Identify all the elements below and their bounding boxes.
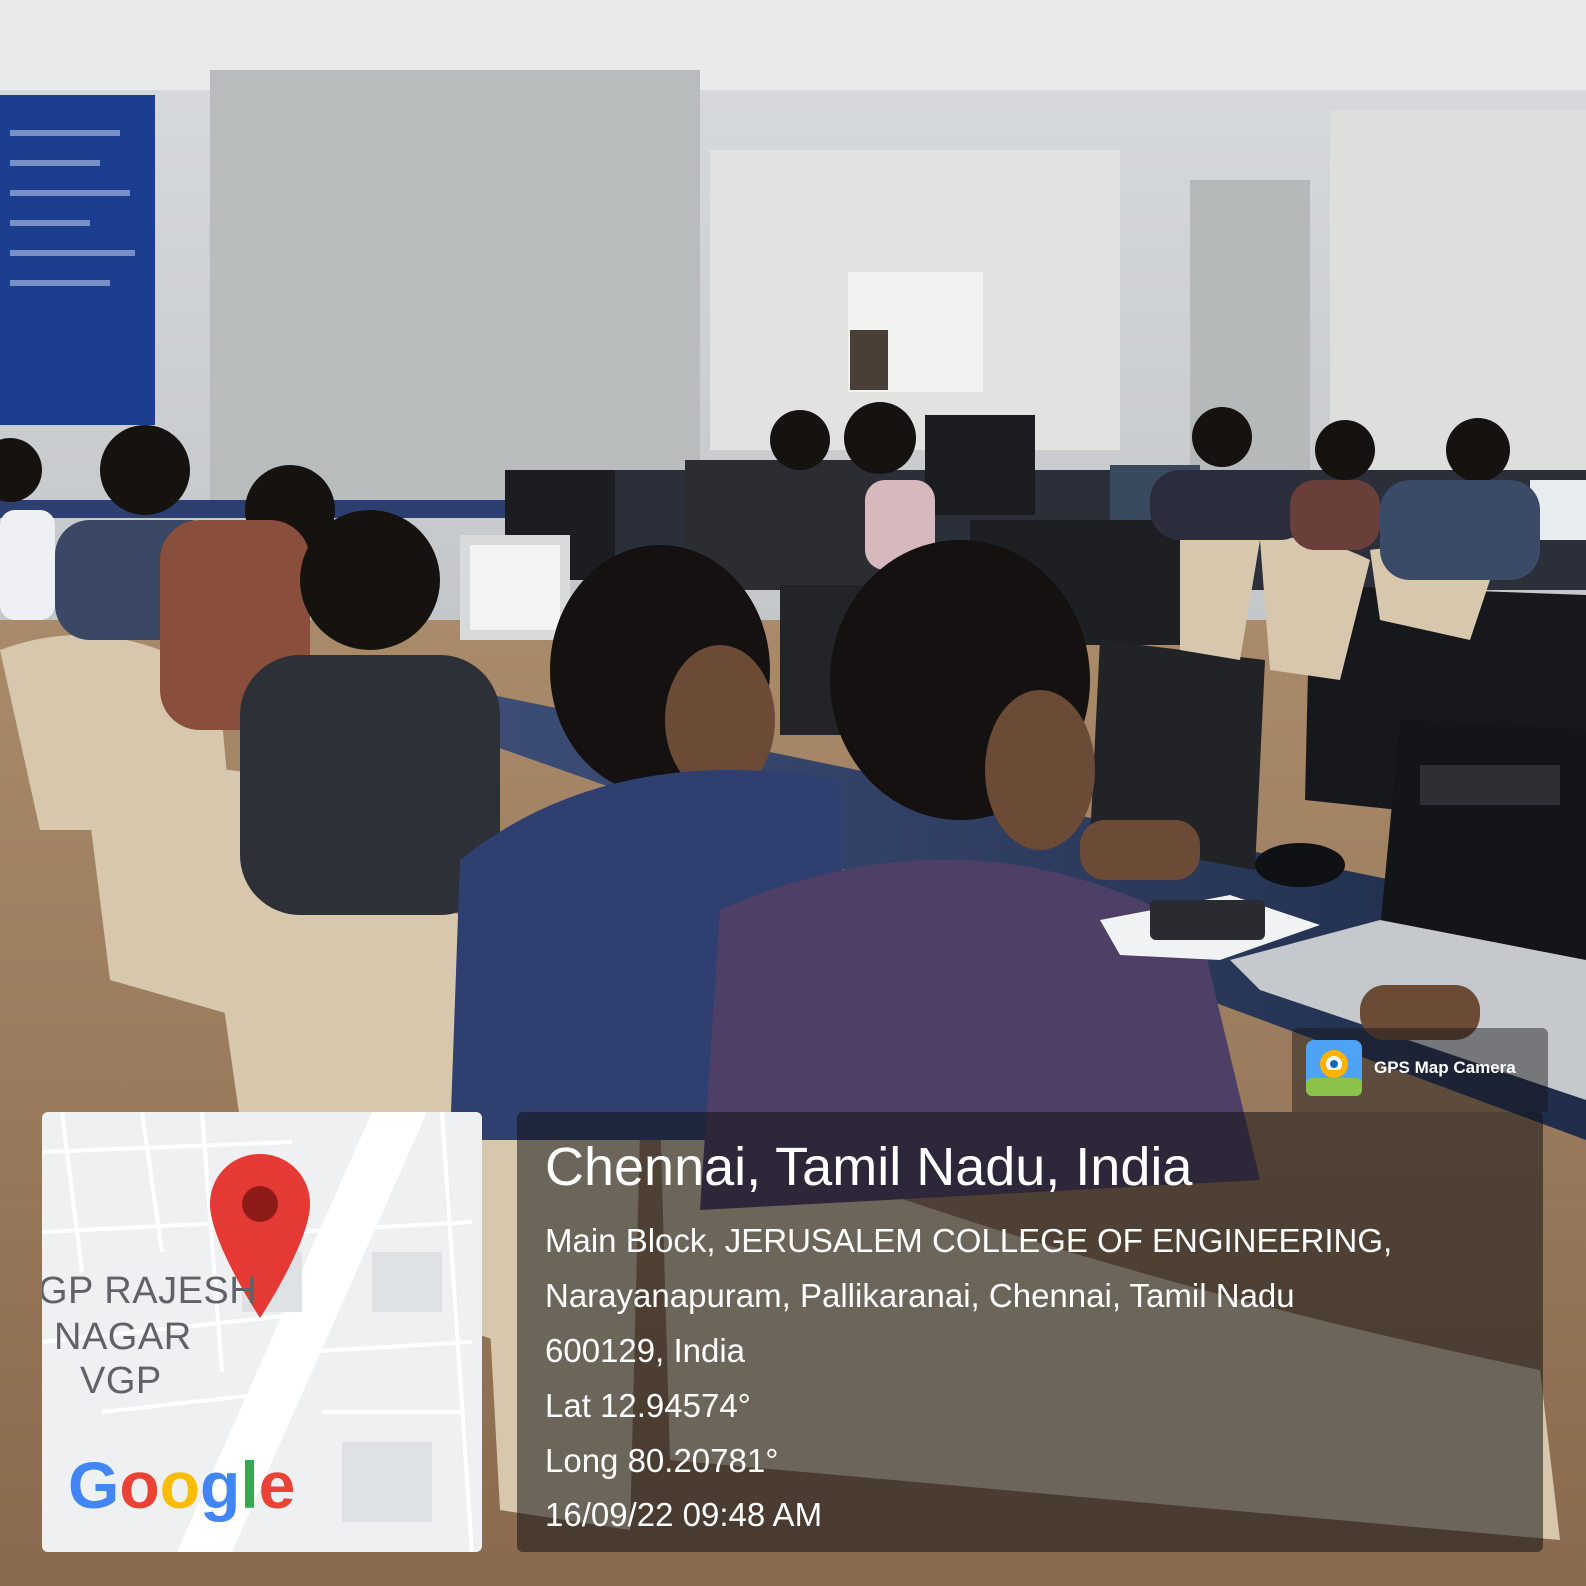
app-name: GPS Map Camera xyxy=(1374,1058,1516,1077)
google-logo: Google xyxy=(68,1448,296,1522)
latitude: Lat 12.94574° xyxy=(545,1387,751,1424)
geotag-info-panel: Chennai, Tamil Nadu, India Main Block, J… xyxy=(517,1112,1543,1552)
location-map: GP RAJESH NAGAR VGP Google xyxy=(42,1112,482,1552)
gps-map-camera-icon xyxy=(1306,1040,1362,1096)
map-label-3: VGP xyxy=(80,1360,162,1402)
map-label-1: GP RAJESH xyxy=(42,1270,258,1312)
longitude: Long 80.20781° xyxy=(545,1442,779,1479)
address-line-2: Narayanapuram, Pallikaranai, Chennai, Ta… xyxy=(545,1277,1295,1314)
timestamp: 16/09/22 09:48 AM xyxy=(545,1496,823,1533)
address-line-3: 600129, India xyxy=(545,1332,746,1369)
map-label-2: NAGAR xyxy=(54,1316,192,1358)
app-badge: GPS Map Camera xyxy=(1292,1028,1548,1112)
address-line-1: Main Block, JERUSALEM COLLEGE OF ENGINEE… xyxy=(545,1222,1393,1259)
location-title: Chennai, Tamil Nadu, India xyxy=(545,1137,1193,1197)
